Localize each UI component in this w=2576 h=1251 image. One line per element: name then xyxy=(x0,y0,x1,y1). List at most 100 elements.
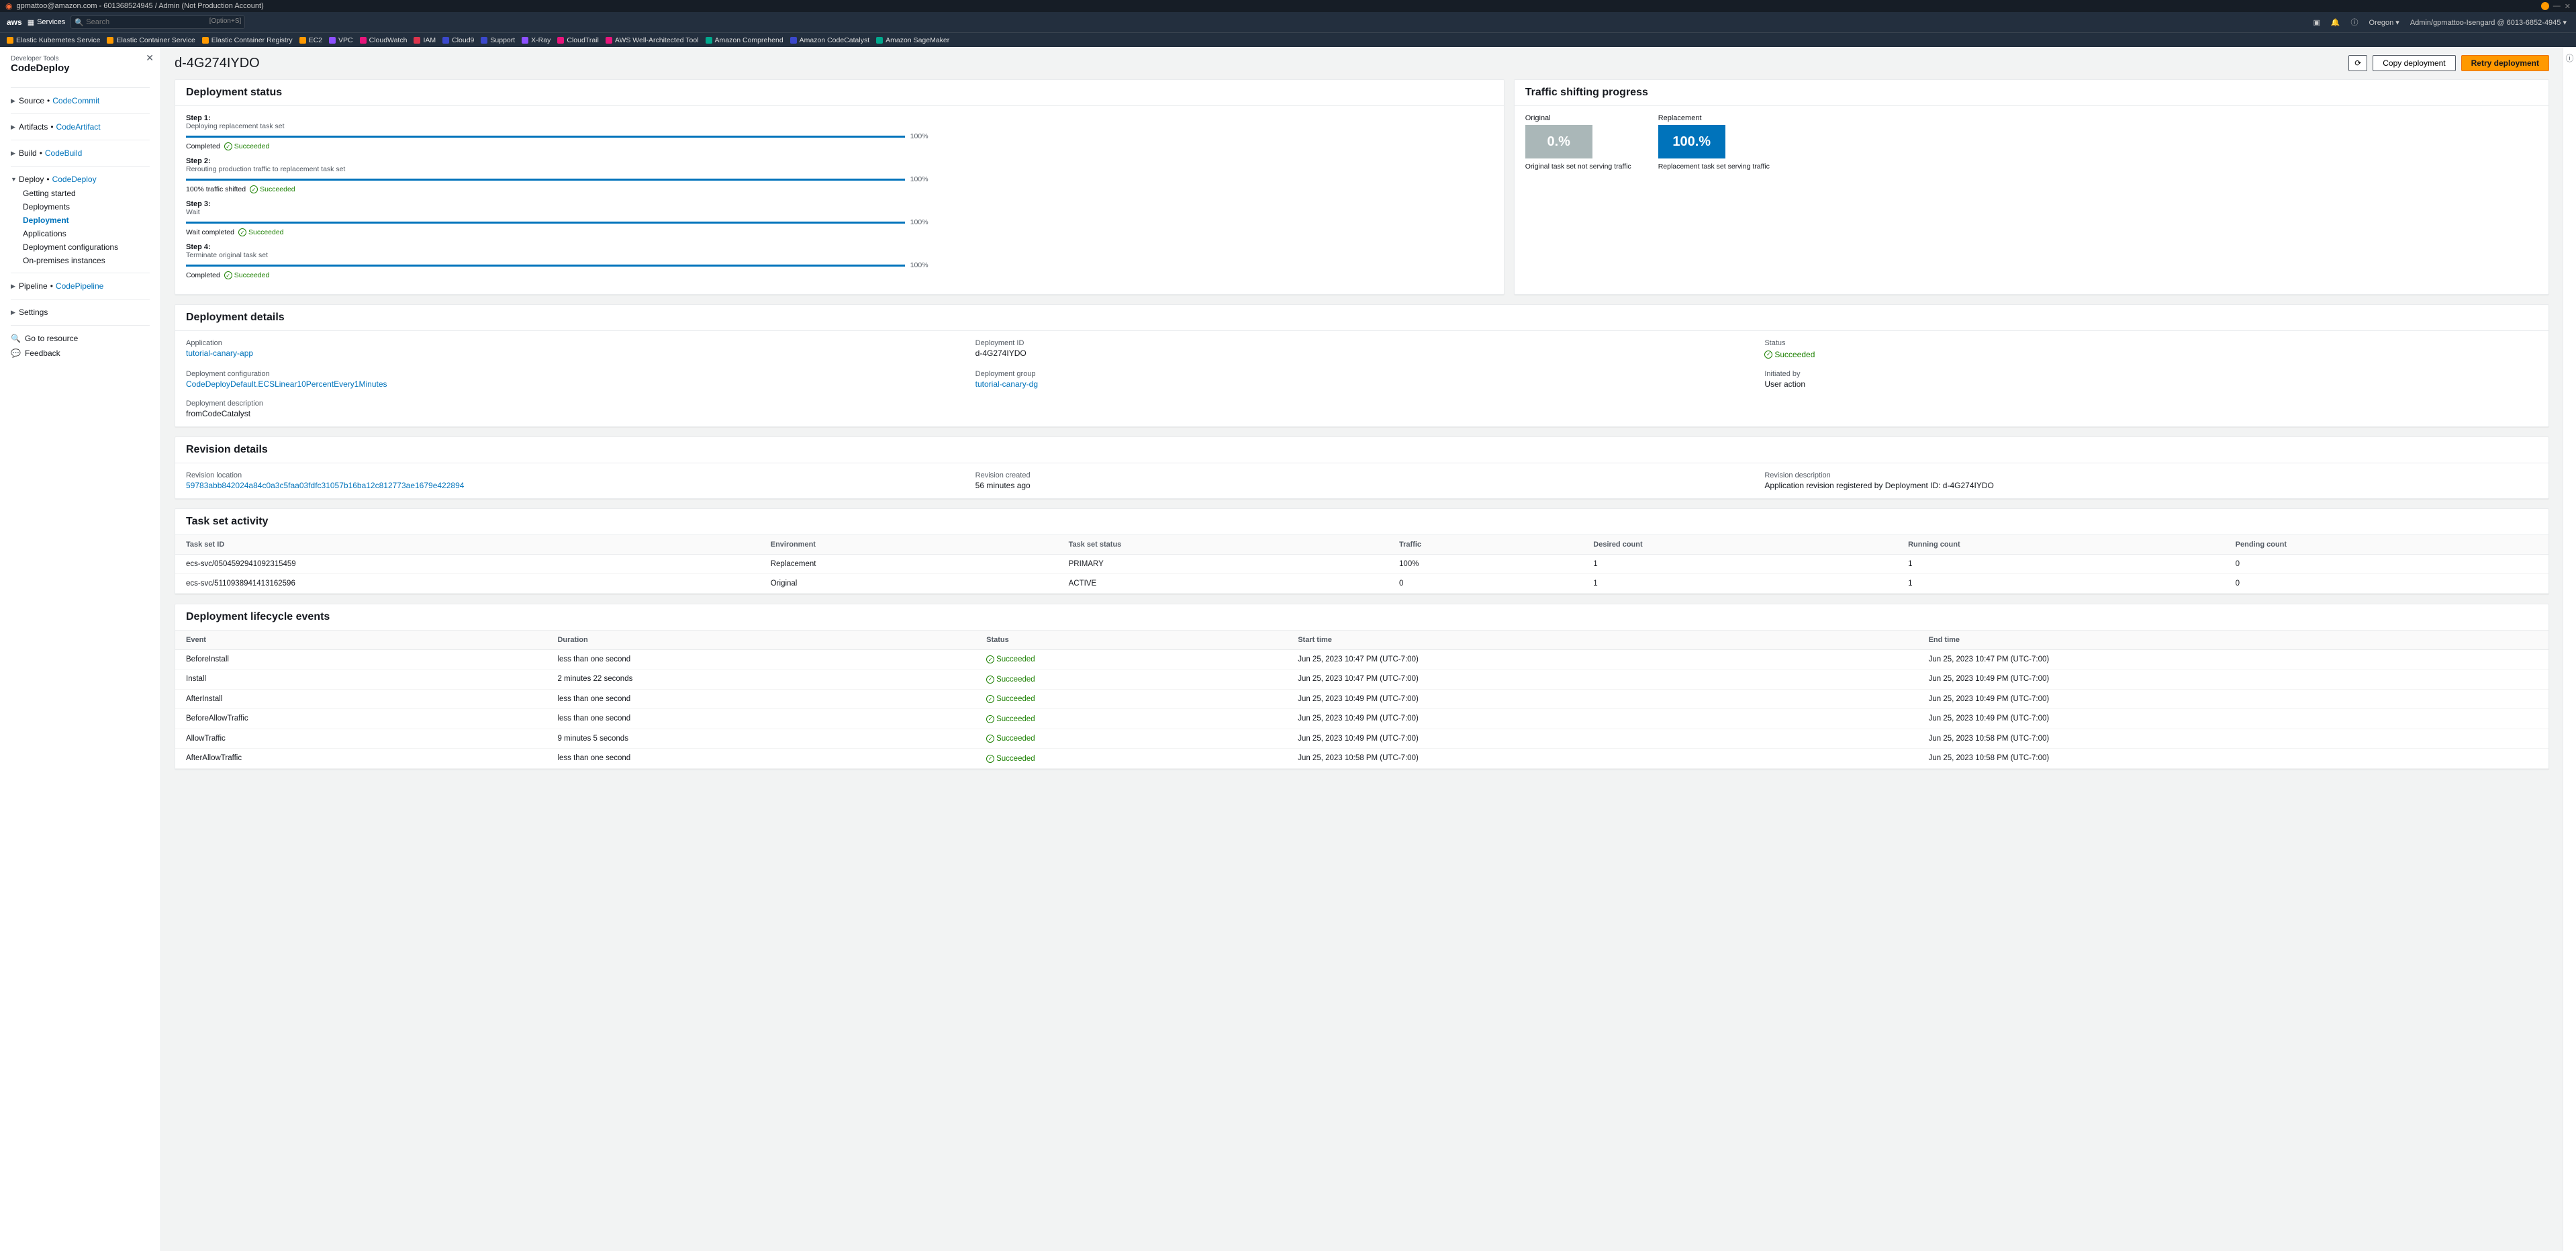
favorite-item[interactable]: Amazon SageMaker xyxy=(876,36,949,44)
deployid-value: d-4G274IYDO xyxy=(975,349,1749,358)
taskset-table: Task set IDEnvironmentTask set statusTra… xyxy=(175,535,2548,594)
notifications-icon[interactable]: 🔔 xyxy=(2328,18,2343,27)
favorite-item[interactable]: Cloud9 xyxy=(442,36,474,44)
step-status: Succeeded xyxy=(224,142,270,150)
table-cell: Jun 25, 2023 10:49 PM (UTC-7:00) xyxy=(1918,689,2548,709)
user-menu[interactable]: Admin/gpmattoo-Isengard @ 6013-6852-4945… xyxy=(2407,18,2569,27)
revdesc-value: Application revision registered by Deplo… xyxy=(1764,481,2538,490)
table-cell: ecs-svc/5110938941413162596 xyxy=(175,573,760,593)
cloudshell-icon[interactable]: ▣ xyxy=(2310,18,2322,27)
table-row: ecs-svc/5110938941413162596OriginalACTIV… xyxy=(175,573,2548,593)
favorite-item[interactable]: Elastic Kubernetes Service xyxy=(7,36,100,44)
table-header[interactable]: Environment xyxy=(760,535,1058,555)
app-link[interactable]: tutorial-canary-app xyxy=(186,349,253,358)
table-header[interactable]: Status xyxy=(975,631,1287,650)
status-badge: Succeeded xyxy=(986,676,1035,684)
table-cell: 1 xyxy=(1582,573,1897,593)
favorite-item[interactable]: Amazon CodeCatalyst xyxy=(790,36,869,44)
refresh-button[interactable]: ⟳ xyxy=(2348,55,2367,71)
favorite-item[interactable]: EC2 xyxy=(299,36,322,44)
progress-bar xyxy=(186,136,905,138)
table-row: ecs-svc/0504592941092315459ReplacementPR… xyxy=(175,554,2548,573)
sidebar-item-deployments[interactable]: Deployments xyxy=(0,200,160,214)
table-header[interactable]: Duration xyxy=(546,631,975,650)
sidebar-build[interactable]: ▶Build • CodeBuild xyxy=(0,146,160,160)
lifecycle-card: Deployment lifecycle events EventDuratio… xyxy=(175,604,2549,770)
close-window-icon[interactable]: ✕ xyxy=(2565,2,2571,11)
table-cell: 100% xyxy=(1388,554,1582,573)
favorite-item[interactable]: VPC xyxy=(329,36,353,44)
table-cell: Install xyxy=(175,669,546,690)
sidebar-feedback[interactable]: 💬Feedback xyxy=(0,346,160,361)
status-label: Status xyxy=(1764,339,2538,347)
global-nav: aws ▦ Services 🔍 [Option+S] ▣ 🔔 ⓘ Oregon… xyxy=(0,12,2576,32)
favorite-item[interactable]: X-Ray xyxy=(522,36,551,44)
service-icon xyxy=(481,37,487,44)
table-header[interactable]: Task set ID xyxy=(175,535,760,555)
deployment-status-heading: Deployment status xyxy=(175,80,1504,106)
table-cell: Jun 25, 2023 10:47 PM (UTC-7:00) xyxy=(1918,649,2548,669)
service-icon xyxy=(790,37,797,44)
favorite-item[interactable]: CloudWatch xyxy=(360,36,408,44)
favorite-item[interactable]: Amazon Comprehend xyxy=(706,36,783,44)
app-label: Application xyxy=(186,339,959,347)
sidebar-item-onprem[interactable]: On-premises instances xyxy=(0,254,160,267)
favorite-item[interactable]: CloudTrail xyxy=(557,36,598,44)
table-cell: 2 minutes 22 seconds xyxy=(546,669,975,690)
sidebar-close-icon[interactable]: ✕ xyxy=(146,52,154,64)
help-icon[interactable]: ⓘ xyxy=(2348,17,2361,28)
table-cell: Jun 25, 2023 10:58 PM (UTC-7:00) xyxy=(1918,749,2548,769)
sidebar-item-applications[interactable]: Applications xyxy=(0,227,160,240)
services-menu[interactable]: ▦ Services xyxy=(28,18,66,27)
cfg-link[interactable]: CodeDeployDefault.ECSLinear10PercentEver… xyxy=(186,379,387,389)
favorite-item[interactable]: Elastic Container Service xyxy=(107,36,195,44)
table-header[interactable]: Running count xyxy=(1897,535,2225,555)
help-panel-toggle[interactable]: ⓘ xyxy=(2563,47,2576,1251)
table-cell: Jun 25, 2023 10:47 PM (UTC-7:00) xyxy=(1287,649,1917,669)
revloc-link[interactable]: 59783abb842024a84c0a3c5faa03fdfc31057b16… xyxy=(186,481,464,490)
table-cell: Jun 25, 2023 10:49 PM (UTC-7:00) xyxy=(1287,729,1917,749)
table-header[interactable]: Pending count xyxy=(2225,535,2548,555)
table-row: AllowTraffic9 minutes 5 secondsSucceeded… xyxy=(175,729,2548,749)
deployment-details-card: Deployment details Applicationtutorial-c… xyxy=(175,304,2549,427)
minimize-icon[interactable]: — xyxy=(2553,2,2561,10)
table-header[interactable]: End time xyxy=(1918,631,2548,650)
service-icon xyxy=(442,37,449,44)
table-header[interactable]: Event xyxy=(175,631,546,650)
table-header[interactable]: Task set status xyxy=(1058,535,1388,555)
favorite-item[interactable]: IAM xyxy=(414,36,436,44)
group-link[interactable]: tutorial-canary-dg xyxy=(975,379,1038,389)
table-header[interactable]: Start time xyxy=(1287,631,1917,650)
service-icon xyxy=(360,37,367,44)
table-header[interactable]: Traffic xyxy=(1388,535,1582,555)
sidebar-goto-resource[interactable]: 🔍Go to resource xyxy=(0,331,160,346)
favorite-label: Amazon Comprehend xyxy=(715,36,783,44)
retry-deployment-button[interactable]: Retry deployment xyxy=(2461,55,2549,71)
sidebar-item-deployment[interactable]: Deployment xyxy=(0,214,160,227)
sidebar-deploy[interactable]: ▼Deploy • CodeDeploy xyxy=(0,172,160,187)
sidebar-tool-label: Developer Tools xyxy=(0,54,160,62)
taskset-card: Task set activity Task set IDEnvironment… xyxy=(175,508,2549,594)
sidebar-source[interactable]: ▶Source • CodeCommit xyxy=(0,93,160,108)
sidebar-item-deploy-configs[interactable]: Deployment configurations xyxy=(0,240,160,254)
table-header[interactable]: Desired count xyxy=(1582,535,1897,555)
favorite-item[interactable]: AWS Well-Architected Tool xyxy=(606,36,699,44)
sidebar-settings[interactable]: ▶Settings xyxy=(0,305,160,320)
deployment-step: Step 4:Terminate original task set100%Co… xyxy=(186,243,1493,279)
status-badge: Succeeded xyxy=(986,695,1035,703)
favorite-label: Cloud9 xyxy=(452,36,474,44)
region-selector[interactable]: Oregon ▾ xyxy=(2367,18,2402,27)
favorite-label: X-Ray xyxy=(531,36,551,44)
table-cell: Jun 25, 2023 10:49 PM (UTC-7:00) xyxy=(1918,709,2548,729)
global-search[interactable]: 🔍 [Option+S] xyxy=(70,15,245,29)
sidebar-pipeline[interactable]: ▶Pipeline • CodePipeline xyxy=(0,279,160,293)
aws-logo[interactable]: aws xyxy=(7,17,22,27)
copy-deployment-button[interactable]: Copy deployment xyxy=(2373,55,2455,71)
service-icon xyxy=(414,37,420,44)
sidebar-artifacts[interactable]: ▶Artifacts • CodeArtifact xyxy=(0,120,160,134)
favorite-item[interactable]: Support xyxy=(481,36,515,44)
favorite-item[interactable]: Elastic Container Registry xyxy=(202,36,293,44)
refresh-icon: ⟳ xyxy=(2354,58,2361,68)
sidebar-item-getting-started[interactable]: Getting started xyxy=(0,187,160,200)
lifecycle-heading: Deployment lifecycle events xyxy=(175,604,2548,631)
